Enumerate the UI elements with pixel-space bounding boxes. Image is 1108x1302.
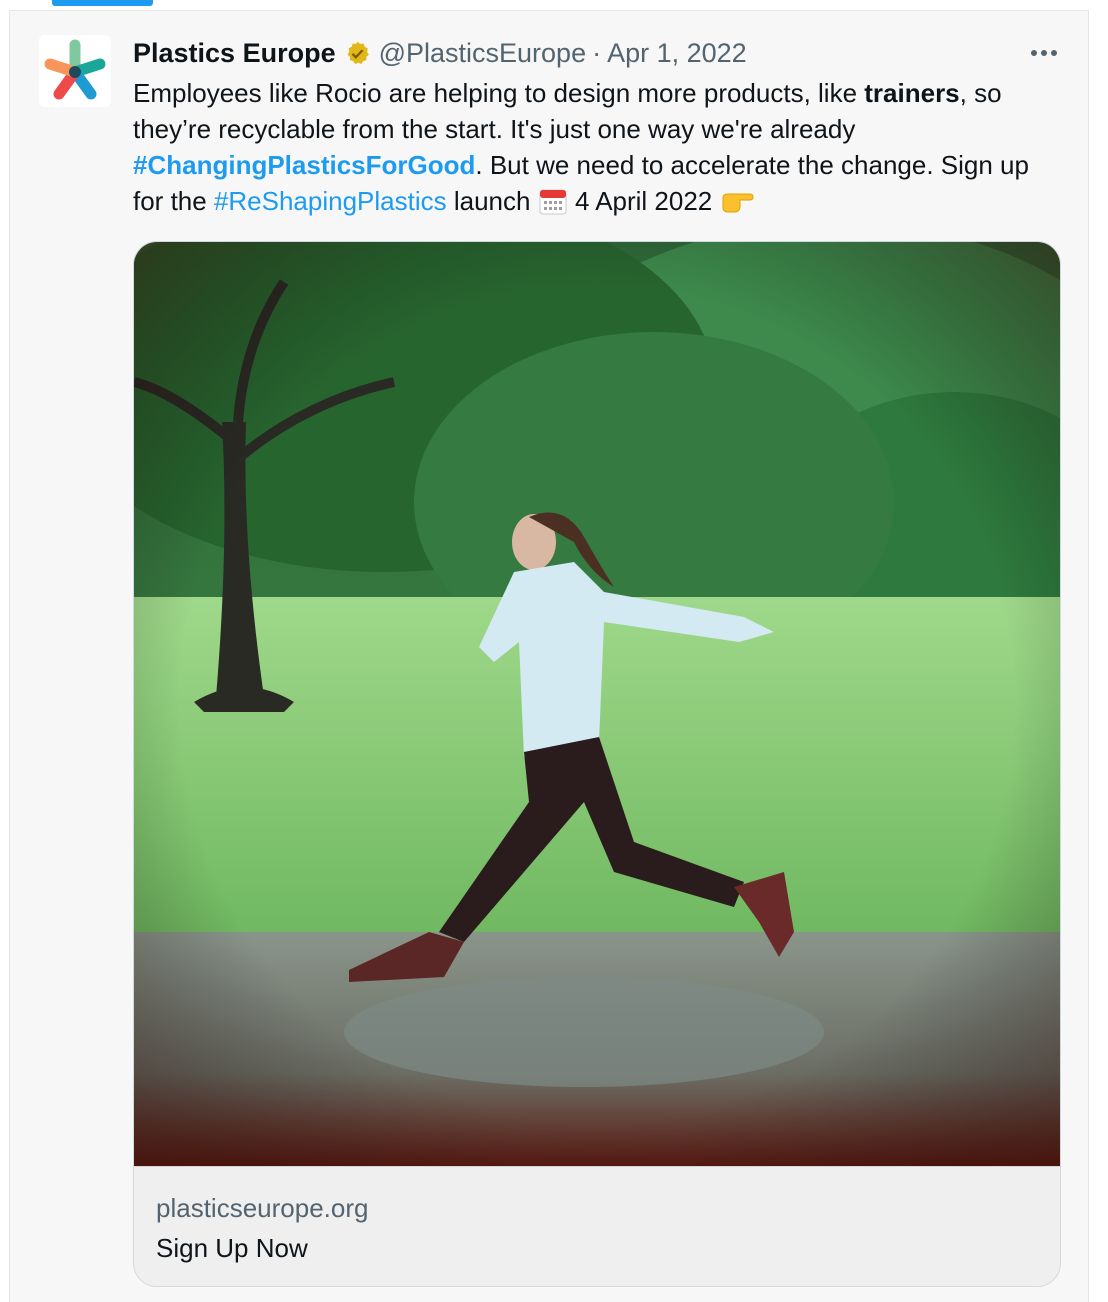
avatar[interactable] (39, 35, 111, 107)
tweet-text-bold: trainers (864, 78, 960, 108)
tweet-text-part: Employees like Rocio are helping to desi… (133, 78, 865, 108)
more-options-button[interactable] (1026, 39, 1062, 67)
display-name[interactable]: Plastics Europe (133, 38, 336, 69)
active-tab-indicator (52, 0, 153, 6)
tweet-date[interactable]: Apr 1, 2022 (607, 38, 747, 69)
pointing-right-emoji-icon (722, 193, 754, 213)
tweet-text-part: 4 April 2022 (567, 186, 720, 216)
card-title: Sign Up Now (156, 1233, 308, 1263)
tweet-header: Plastics Europe @PlasticsEurope · Apr 1,… (133, 37, 747, 69)
card-image[interactable] (134, 242, 1060, 1166)
separator-dot: · (592, 37, 602, 68)
handle[interactable]: @PlasticsEurope (379, 38, 587, 69)
hashtag-reshaping-plastics[interactable]: #ReShapingPlastics (214, 186, 447, 216)
tweet[interactable]: Plastics Europe @PlasticsEurope · Apr 1,… (9, 10, 1089, 1302)
tweet-text-part: launch (446, 186, 538, 216)
card-domain: plasticseurope.org (156, 1193, 369, 1223)
calendar-emoji-icon (539, 189, 567, 215)
verified-badge-icon[interactable] (344, 40, 371, 67)
card-footer[interactable]: plasticseurope.org Sign Up Now (134, 1166, 1060, 1286)
photo-woman-running-in-park (134, 242, 1060, 1166)
plastics-europe-logo-icon (39, 35, 111, 107)
link-card[interactable]: plasticseurope.org Sign Up Now (133, 241, 1061, 1287)
tweet-text: Employees like Rocio are helping to desi… (133, 75, 1063, 219)
more-options-icon (1031, 50, 1057, 56)
hashtag-changing-plastics-for-good[interactable]: #ChangingPlasticsForGood (133, 150, 475, 180)
